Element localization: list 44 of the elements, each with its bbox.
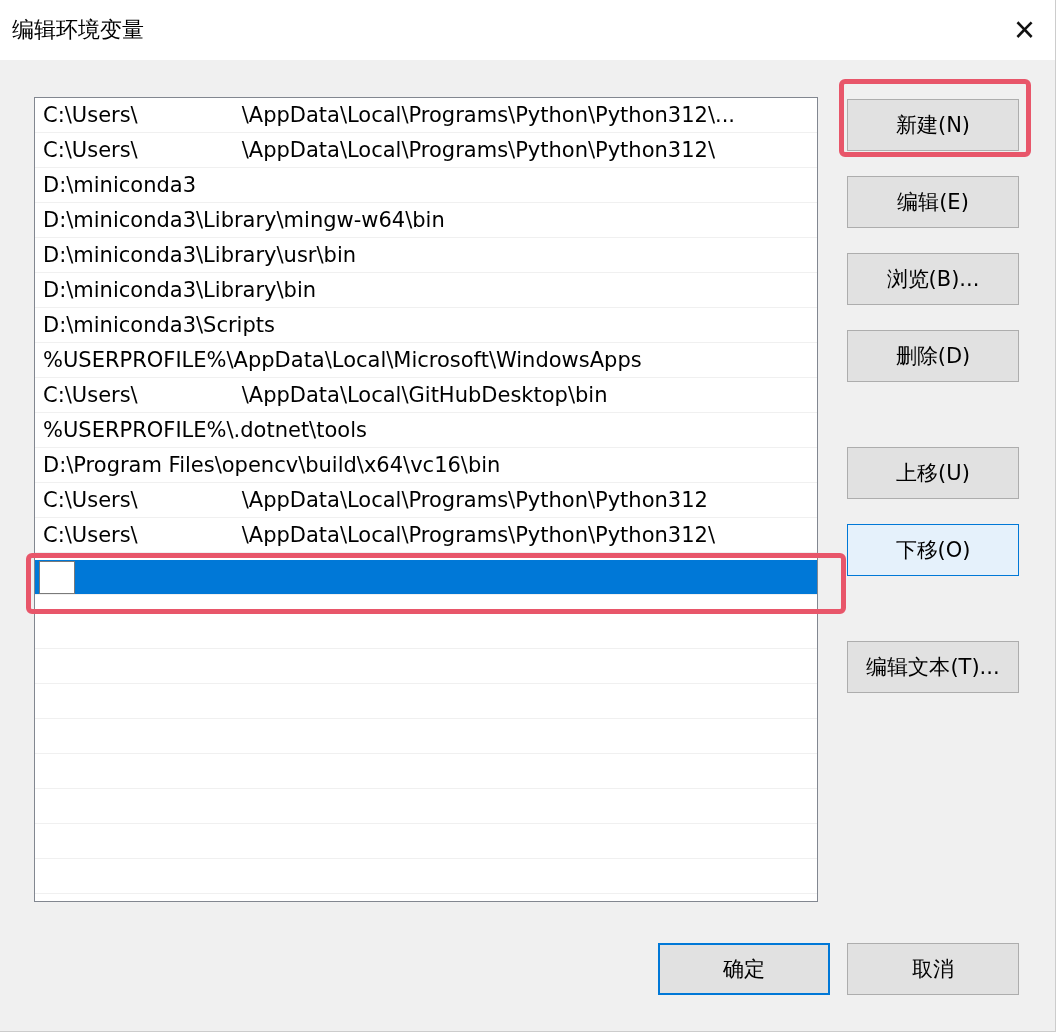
window-title: 编辑环境变量 <box>12 16 144 44</box>
path-text: D:\miniconda3 <box>43 173 197 197</box>
dialog-button[interactable]: 浏览(B)... <box>847 253 1019 305</box>
path-row[interactable]: C:\Users\ \AppData\Local\Programs\Python\Python312\... <box>35 98 817 133</box>
path-row[interactable]: D:\miniconda3\Library\usr\bin <box>35 238 817 273</box>
path-row[interactable]: D:\miniconda3\Library\bin <box>35 273 817 308</box>
dialog-button[interactable]: 编辑(E) <box>847 176 1019 228</box>
path-text: D:\Program Files\opencv\build\x64\vc16\bin <box>43 453 501 477</box>
path-row[interactable]: C:\Users\ \AppData\Local\Programs\Python\Python312 <box>35 483 817 518</box>
path-row[interactable]: %USERPROFILE%\AppData\Local\Microsoft\WindowsApps <box>35 343 817 378</box>
path-row[interactable]: C:\Users\ \AppData\Local\Programs\Python\Python312\ <box>35 518 817 553</box>
dialog-button[interactable]: 删除(D) <box>847 330 1019 382</box>
dialog-button[interactable]: 确定 <box>658 943 830 995</box>
dialog-button[interactable]: 编辑文本(T)... <box>847 641 1019 693</box>
path-text: \AppData\Local\Programs\Python\Python312\ <box>241 138 715 162</box>
path-text: C:\Users\ <box>43 103 138 127</box>
path-row[interactable]: C:\Users\ \AppData\Local\GitHubDesktop\bin <box>35 378 817 413</box>
path-text: D:\miniconda3\Scripts <box>43 313 275 337</box>
path-text: \AppData\Local\Programs\Python\Python312 <box>241 488 708 512</box>
path-text: \AppData\Local\GitHubDesktop\bin <box>241 383 608 407</box>
path-text: C:\Users\ <box>43 138 138 162</box>
path-row[interactable]: D:\miniconda3 <box>35 168 817 203</box>
dialog-button[interactable]: 新建(N) <box>847 99 1019 151</box>
path-text: D:\miniconda3\Library\usr\bin <box>43 243 357 267</box>
path-text: C:\Users\ <box>43 383 138 407</box>
close-button[interactable]: × <box>1005 9 1043 51</box>
path-text: D:\miniconda3\Library\mingw-w64\bin <box>43 208 445 232</box>
path-row[interactable]: D:\miniconda3\Library\mingw-w64\bin <box>35 203 817 238</box>
path-text: %USERPROFILE%\.dotnet\tools <box>43 418 367 442</box>
path-text: \AppData\Local\Programs\Python\Python312\ <box>241 523 715 547</box>
path-text: %USERPROFILE%\AppData\Local\Microsoft\WindowsApps <box>43 348 642 372</box>
dialog-button[interactable]: 下移(O) <box>847 524 1019 576</box>
path-text: \AppData\Local\Programs\Python\Python312\... <box>241 103 735 127</box>
dialog-button[interactable]: 上移(U) <box>847 447 1019 499</box>
path-input-field[interactable] <box>39 560 75 594</box>
path-row[interactable]: D:\Program Files\opencv\build\x64\vc16\bin <box>35 448 817 483</box>
new-path-row[interactable] <box>35 560 817 595</box>
path-row[interactable]: %USERPROFILE%\.dotnet\tools <box>35 413 817 448</box>
path-row[interactable]: C:\Users\ \AppData\Local\Programs\Python\Python312\ <box>35 133 817 168</box>
path-row[interactable]: D:\miniconda3\Scripts <box>35 308 817 343</box>
dialog-button[interactable]: 取消 <box>847 943 1019 995</box>
path-text: C:\Users\ <box>43 488 138 512</box>
path-text: C:\Users\ <box>43 523 138 547</box>
path-text: D:\miniconda3\Library\bin <box>43 278 317 302</box>
